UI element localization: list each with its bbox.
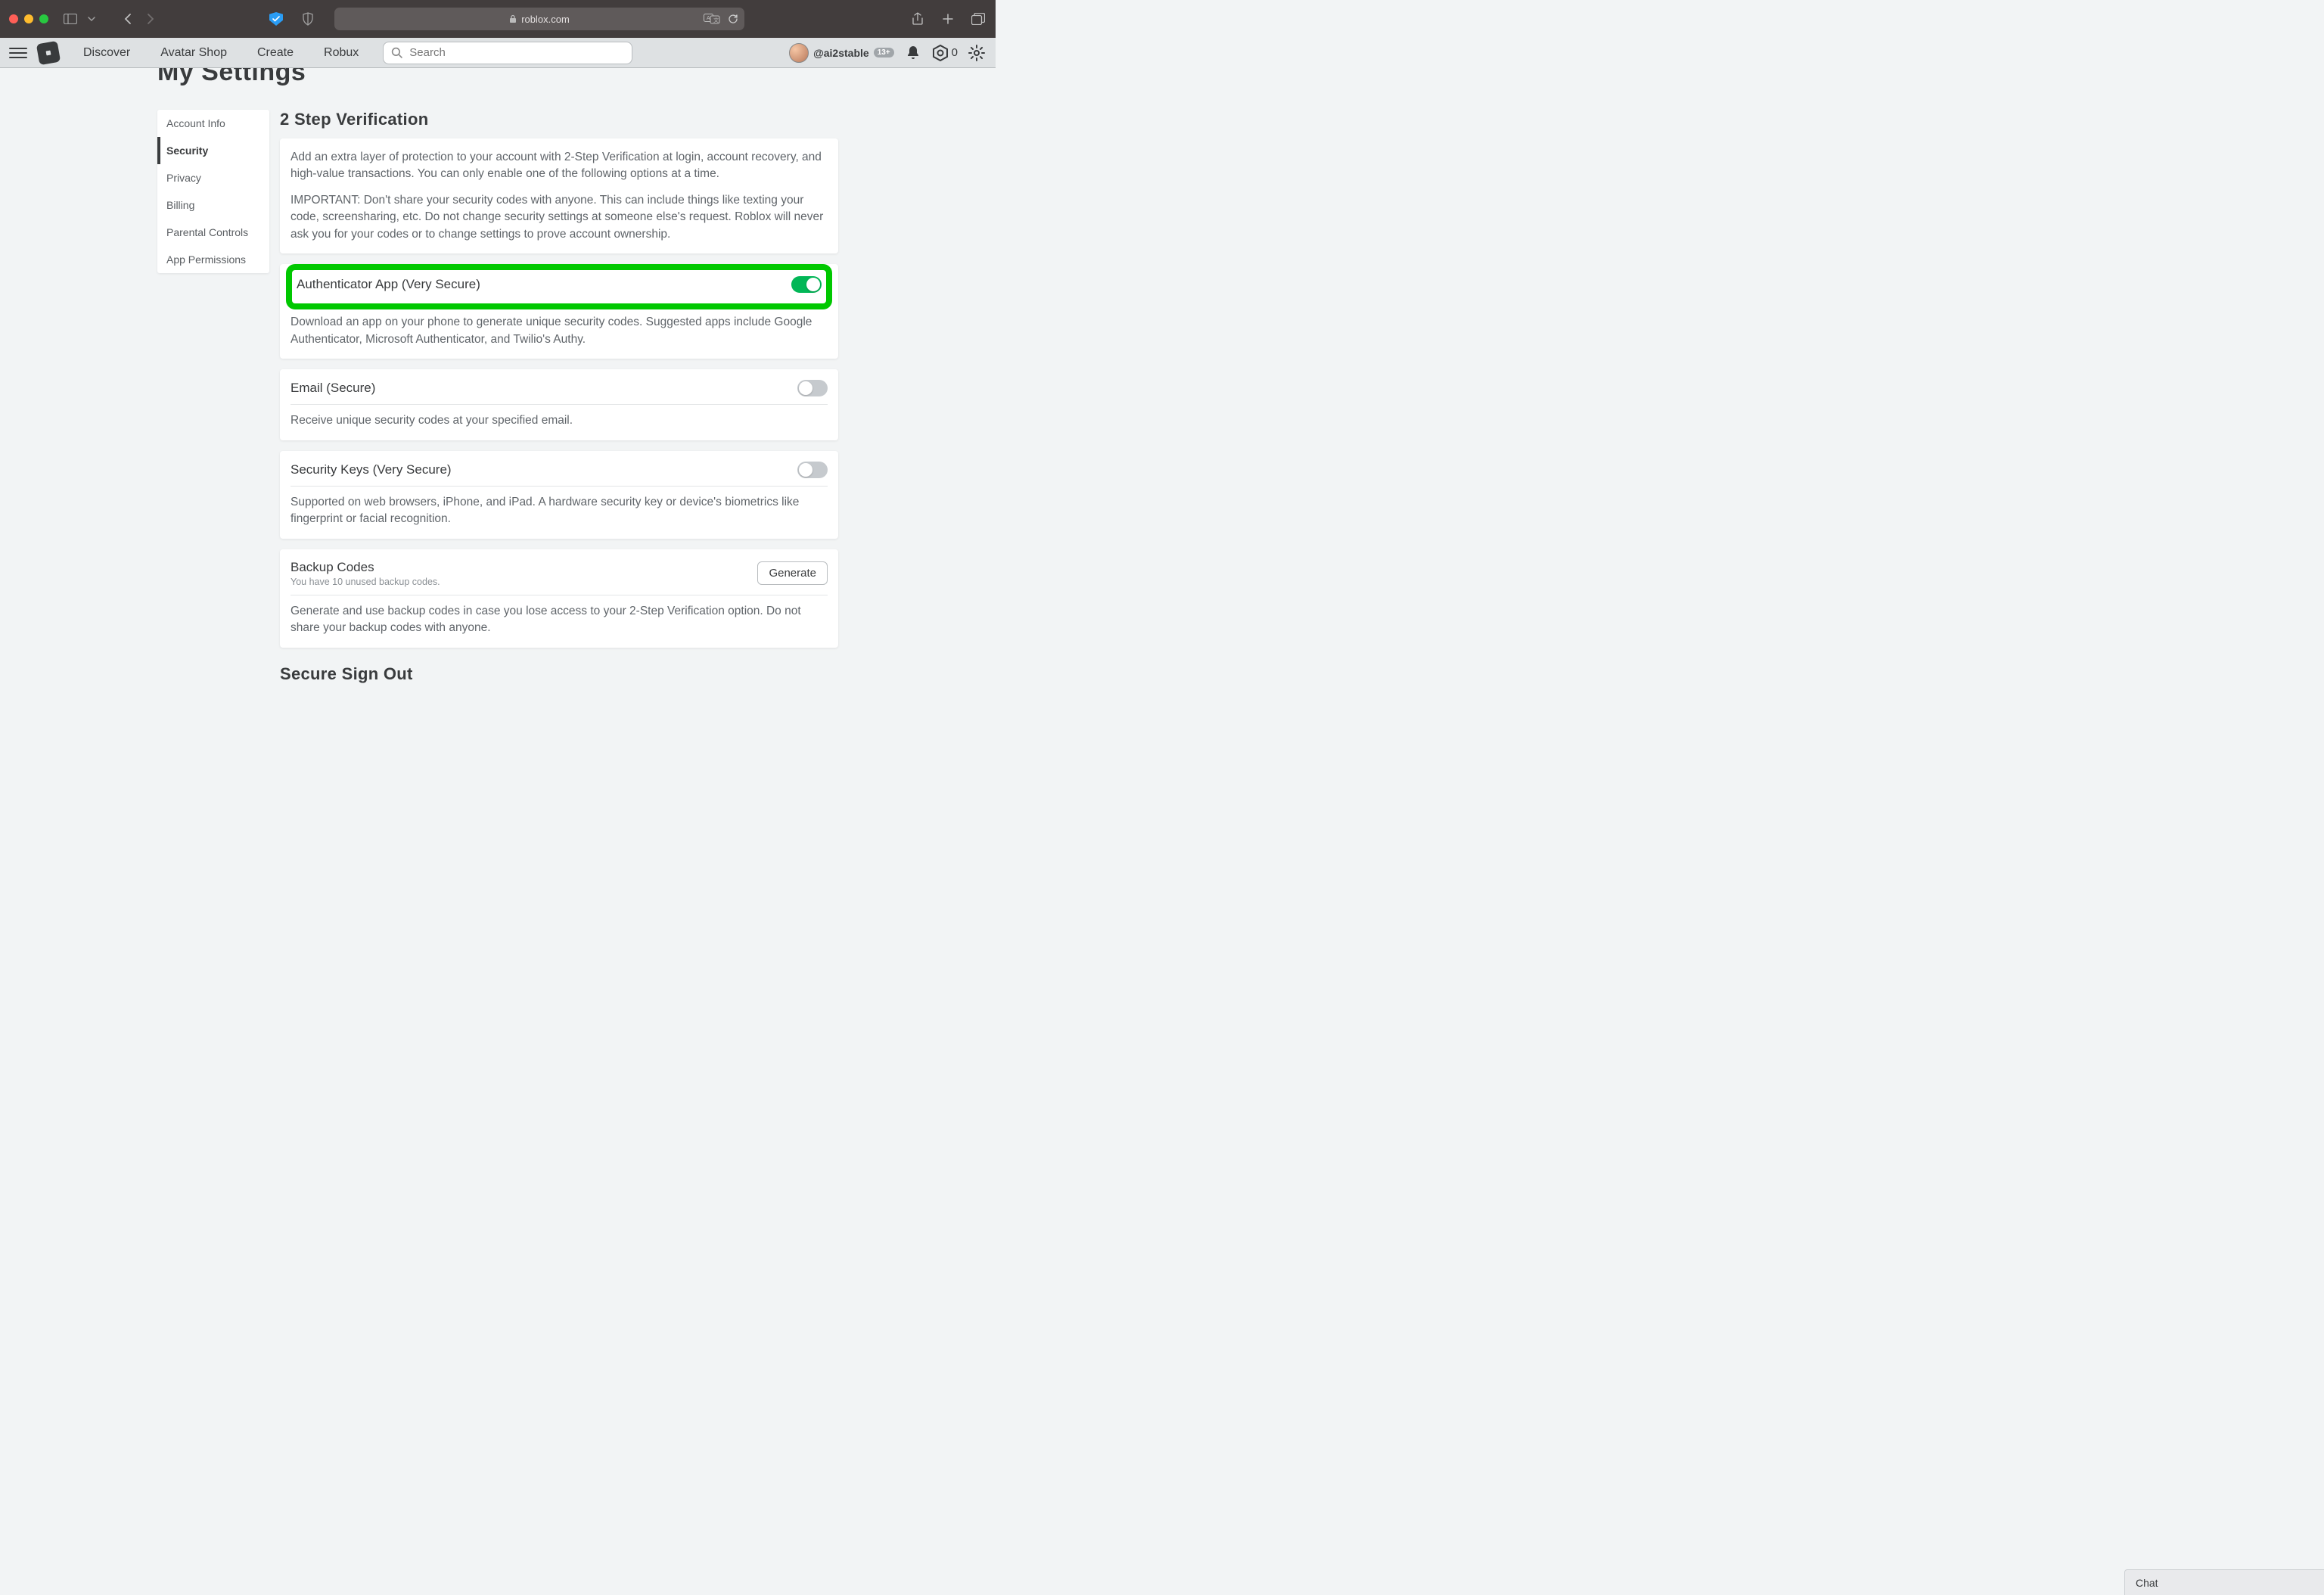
section-title-secure-signout: Secure Sign Out — [280, 664, 838, 683]
intro-card: Add an extra layer of protection to your… — [280, 138, 838, 253]
sidebar-item-parental-controls[interactable]: Parental Controls — [157, 219, 269, 246]
window-maximize-button[interactable] — [39, 14, 48, 23]
option-email-desc: Receive unique security codes at your sp… — [290, 412, 828, 429]
settings-main: 2 Step Verification Add an extra layer o… — [280, 110, 838, 683]
intro-paragraph-2: IMPORTANT: Don't share your security cod… — [290, 192, 828, 243]
option-email-toggle[interactable] — [797, 380, 828, 396]
nav-link-discover[interactable]: Discover — [71, 46, 142, 60]
option-email-card: Email (Secure) Receive unique security c… — [280, 369, 838, 440]
svg-text:文: 文 — [713, 17, 719, 23]
menu-hamburger-icon[interactable] — [9, 44, 27, 62]
sidebar-item-security[interactable]: Security — [157, 137, 269, 164]
robux-balance[interactable]: 0 — [932, 45, 958, 61]
robux-icon — [932, 45, 949, 61]
privacy-report-icon[interactable] — [300, 11, 316, 27]
notifications-bell-icon[interactable] — [903, 43, 923, 63]
section-title-2sv: 2 Step Verification — [280, 110, 838, 129]
window-minimize-button[interactable] — [24, 14, 33, 23]
url-host-text: roblox.com — [521, 14, 570, 25]
privacy-shield-icon[interactable] — [269, 12, 283, 26]
option-authenticator-desc: Download an app on your phone to generat… — [290, 314, 828, 348]
translate-icon[interactable]: A文 — [704, 14, 720, 24]
search-icon — [391, 47, 403, 59]
search-box[interactable] — [383, 42, 632, 64]
roblox-logo-icon[interactable] — [36, 40, 61, 64]
option-backup-title: Backup Codes — [290, 560, 440, 575]
option-securitykeys-toggle[interactable] — [797, 462, 828, 478]
option-securitykeys-title: Security Keys (Very Secure) — [290, 462, 452, 477]
forward-button-icon — [142, 11, 159, 27]
window-close-button[interactable] — [9, 14, 18, 23]
window-traffic-lights — [9, 14, 48, 23]
option-backup-subtext: You have 10 unused backup codes. — [290, 577, 440, 587]
lock-icon — [509, 14, 517, 23]
option-email-title: Email (Secure) — [290, 381, 375, 396]
search-input[interactable] — [409, 46, 624, 59]
robux-count: 0 — [952, 46, 958, 59]
user-handle[interactable]: @ai2stable — [813, 47, 869, 59]
sidebar-toggle-icon[interactable] — [62, 11, 79, 27]
sidebar-item-privacy[interactable]: Privacy — [157, 164, 269, 191]
sidebar-item-billing[interactable]: Billing — [157, 191, 269, 219]
reload-icon[interactable] — [728, 14, 738, 24]
option-backup-desc: Generate and use backup codes in case yo… — [290, 603, 828, 637]
tab-group-dropdown-icon[interactable] — [83, 11, 100, 27]
intro-paragraph-1: Add an extra layer of protection to your… — [290, 149, 828, 183]
browser-chrome: roblox.com A文 — [0, 0, 996, 38]
generate-button[interactable]: Generate — [757, 561, 828, 585]
tab-overview-icon[interactable] — [970, 11, 986, 27]
option-securitykeys-card: Security Keys (Very Secure) Supported on… — [280, 451, 838, 539]
site-top-nav: Discover Avatar Shop Create Robux @ai2st… — [0, 38, 996, 68]
share-icon[interactable] — [909, 11, 926, 27]
nav-link-robux[interactable]: Robux — [312, 46, 371, 60]
option-backup-card: Backup Codes You have 10 unused backup c… — [280, 549, 838, 648]
age-badge: 13+ — [874, 48, 894, 58]
option-authenticator-toggle[interactable] — [791, 276, 822, 293]
settings-gear-icon[interactable] — [967, 43, 986, 63]
sidebar-item-app-permissions[interactable]: App Permissions — [157, 246, 269, 273]
chat-bar[interactable]: Chat — [2124, 1569, 2324, 1595]
chat-label: Chat — [2136, 1577, 2158, 1589]
nav-link-create[interactable]: Create — [245, 46, 306, 60]
back-button-icon[interactable] — [120, 11, 136, 27]
highlight-box: Authenticator App (Very Secure) — [286, 264, 832, 309]
option-authenticator-title: Authenticator App (Very Secure) — [297, 277, 480, 292]
user-avatar-icon[interactable] — [789, 43, 809, 63]
url-bar[interactable]: roblox.com A文 — [334, 8, 744, 30]
option-authenticator-card: Authenticator App (Very Secure) Download… — [280, 264, 838, 359]
svg-text:A: A — [707, 16, 710, 21]
sidebar-item-account-info[interactable]: Account Info — [157, 110, 269, 137]
new-tab-icon[interactable] — [940, 11, 956, 27]
option-securitykeys-desc: Supported on web browsers, iPhone, and i… — [290, 494, 828, 528]
nav-link-avatar-shop[interactable]: Avatar Shop — [148, 46, 239, 60]
settings-sidebar: Account Info Security Privacy Billing Pa… — [157, 110, 269, 273]
page-title: My Settings — [157, 68, 838, 87]
